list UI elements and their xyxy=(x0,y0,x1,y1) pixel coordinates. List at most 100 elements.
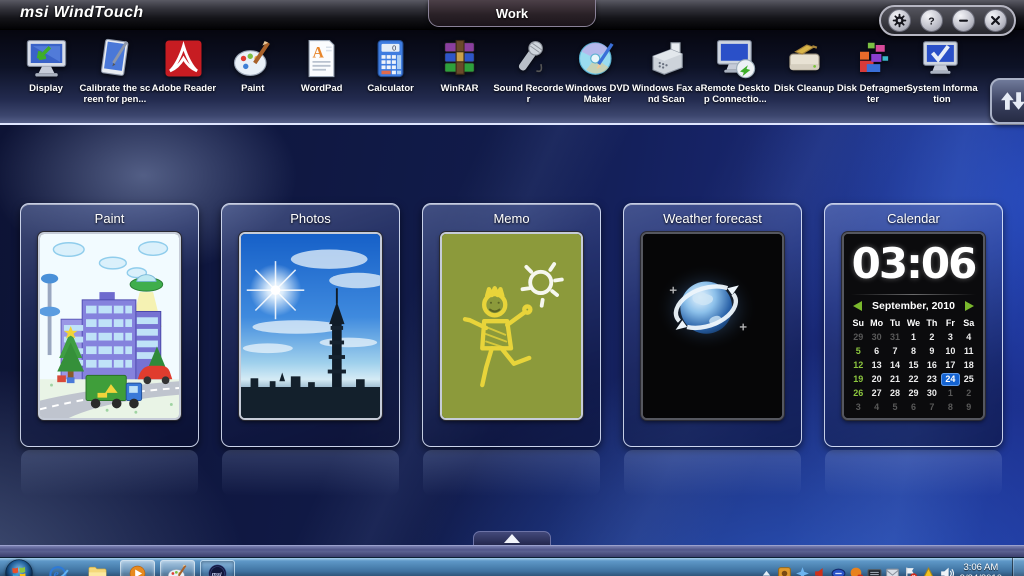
audio-red-icon[interactable] xyxy=(813,566,828,576)
calculator-icon: 0 xyxy=(368,36,413,81)
toolbar-item-calibrate[interactable]: Calibrate the screen for pen... xyxy=(81,36,149,105)
calendar-day[interactable]: 4 xyxy=(960,331,978,344)
calendar-day[interactable]: 12 xyxy=(849,359,867,372)
calendar-day[interactable]: 8 xyxy=(904,345,922,358)
taskbar-media-player-button[interactable] xyxy=(120,560,155,576)
calendar-day[interactable]: 3 xyxy=(849,401,867,414)
calendar-day[interactable]: 23 xyxy=(923,373,941,386)
calendar-day[interactable]: 2 xyxy=(960,387,978,400)
month-label: September, 2010 xyxy=(872,300,955,312)
calendar-day[interactable]: 5 xyxy=(886,401,904,414)
calendar-day[interactable]: 29 xyxy=(849,331,867,344)
warning-icon[interactable] xyxy=(921,566,936,576)
start-button[interactable] xyxy=(5,559,33,576)
minimize-button[interactable] xyxy=(952,9,975,32)
calendar-day[interactable]: 3 xyxy=(941,331,959,344)
calendar-day[interactable]: 28 xyxy=(886,387,904,400)
calendar-day-selected[interactable]: 24 xyxy=(941,373,959,386)
volume-icon[interactable] xyxy=(939,566,954,576)
card-title: Paint xyxy=(21,204,198,232)
windtouch-app: msi WindTouch Work ? DisplayCalibrate th… xyxy=(0,0,1024,576)
expand-tab-button[interactable] xyxy=(473,531,551,545)
weather-preview xyxy=(641,232,784,420)
calendar-day[interactable]: 18 xyxy=(960,359,978,372)
clock-display: 03:06 xyxy=(849,236,978,290)
calendar-day[interactable]: 31 xyxy=(886,331,904,344)
page-toggle-button[interactable] xyxy=(990,78,1024,124)
calendar-day[interactable]: 9 xyxy=(960,401,978,414)
prev-month-arrow-icon[interactable] xyxy=(853,301,862,311)
calendar-day[interactable]: 15 xyxy=(904,359,922,372)
calendar-day[interactable]: 6 xyxy=(904,401,922,414)
calendar-day[interactable]: 17 xyxy=(941,359,959,372)
card-title: Photos xyxy=(222,204,399,232)
calendar-day-header: Fr xyxy=(941,317,959,330)
mail-icon[interactable] xyxy=(885,566,900,576)
action-center-flag-icon[interactable] xyxy=(903,566,918,576)
calendar-day[interactable]: 9 xyxy=(923,345,941,358)
calendar-day[interactable]: 7 xyxy=(886,345,904,358)
calendar-day[interactable]: 30 xyxy=(867,331,885,344)
calendar-day[interactable]: 30 xyxy=(923,387,941,400)
card-weather[interactable]: Weather forecast xyxy=(623,203,802,447)
next-month-arrow-icon[interactable] xyxy=(965,301,974,311)
calendar-day[interactable]: 21 xyxy=(886,373,904,386)
calendar-day[interactable]: 8 xyxy=(941,401,959,414)
taskbar-apps: e msi xyxy=(40,560,235,576)
security-icon[interactable] xyxy=(849,566,864,576)
ie-icon: e xyxy=(46,562,69,576)
toolbar-item-system-info[interactable]: System Information xyxy=(908,36,976,105)
touch-keyboard-icon[interactable] xyxy=(867,566,882,576)
calendar-day[interactable]: 27 xyxy=(867,387,885,400)
calendar-day-header: Sa xyxy=(960,317,978,330)
calendar-day[interactable]: 16 xyxy=(923,359,941,372)
calendar-day[interactable]: 2 xyxy=(923,331,941,344)
calendar-day[interactable]: 20 xyxy=(867,373,885,386)
close-button[interactable] xyxy=(984,9,1007,32)
window-controls: ? xyxy=(879,5,1016,36)
calendar-day[interactable]: 6 xyxy=(867,345,885,358)
card-photos[interactable]: Photos xyxy=(221,203,400,447)
help-button[interactable]: ? xyxy=(920,9,943,32)
calendar-day[interactable]: 11 xyxy=(960,345,978,358)
show-desktop-button[interactable] xyxy=(1012,558,1024,576)
photo-app-icon[interactable] xyxy=(777,566,792,576)
msi-badge-icon[interactable] xyxy=(831,566,846,576)
settings-button[interactable] xyxy=(888,9,911,32)
calendar-day[interactable]: 25 xyxy=(960,373,978,386)
card-paint[interactable]: Paint xyxy=(20,203,199,447)
calendar-day[interactable]: 19 xyxy=(849,373,867,386)
explorer-icon xyxy=(86,562,109,576)
card-calendar[interactable]: Calendar 03:06 September, 2010 SuMoTuWeT… xyxy=(824,203,1003,447)
tray-expand-icon[interactable] xyxy=(759,566,774,576)
disk-defrag-icon xyxy=(851,36,896,81)
taskbar-explorer-button[interactable] xyxy=(80,560,115,576)
calendar-day[interactable]: 1 xyxy=(904,331,922,344)
card-memo[interactable]: Memo xyxy=(422,203,601,447)
remote-desktop-icon xyxy=(713,36,758,81)
svg-text:e: e xyxy=(53,567,59,576)
bluetooth-icon[interactable] xyxy=(795,566,810,576)
taskbar-msi-button[interactable]: msi xyxy=(200,560,235,576)
calendar-day[interactable]: 5 xyxy=(849,345,867,358)
calendar-day[interactable]: 4 xyxy=(867,401,885,414)
toolbar-item-remote-desktop[interactable]: Remote Desktop Connectio... xyxy=(701,36,769,105)
calendar-day[interactable]: 26 xyxy=(849,387,867,400)
fax-scan-icon xyxy=(644,36,689,81)
calendar-day[interactable]: 22 xyxy=(904,373,922,386)
calendar-day-header: Mo xyxy=(867,317,885,330)
main-area: Paint xyxy=(0,125,1024,545)
tab-work[interactable]: Work xyxy=(428,0,596,27)
taskbar-paint-button[interactable] xyxy=(160,560,195,576)
calendar-day[interactable]: 1 xyxy=(941,387,959,400)
paint-icon xyxy=(230,36,275,81)
system-info-icon xyxy=(919,36,964,81)
calendar-day[interactable]: 7 xyxy=(923,401,941,414)
taskbar-clock[interactable]: 3:06 AM 9/24/2010 xyxy=(960,562,1002,576)
calendar-day[interactable]: 13 xyxy=(867,359,885,372)
disk-cleanup-icon xyxy=(782,36,827,81)
calendar-day[interactable]: 10 xyxy=(941,345,959,358)
taskbar-ie-button[interactable]: e xyxy=(40,560,75,576)
calendar-day[interactable]: 14 xyxy=(886,359,904,372)
calendar-day[interactable]: 29 xyxy=(904,387,922,400)
